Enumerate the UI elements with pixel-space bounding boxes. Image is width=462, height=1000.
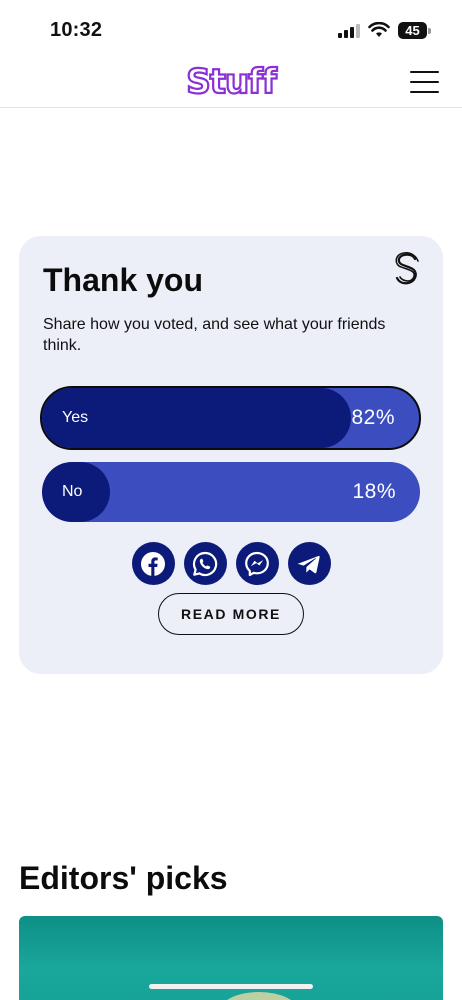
logo-text: Stuff	[185, 61, 278, 103]
poll-option-yes-percent: 82%	[351, 406, 395, 429]
whatsapp-icon	[192, 551, 218, 576]
hamburger-menu-icon[interactable]	[410, 70, 440, 94]
poll-option-no-label: No	[62, 483, 83, 500]
poll-option-yes-bar	[42, 388, 352, 448]
cellular-signal-icon	[338, 24, 362, 38]
messenger-share-button[interactable]	[235, 542, 279, 585]
poll-card: Thank you Share how you voted, and see w…	[19, 236, 443, 674]
poll-option-no-percent: 18%	[352, 480, 396, 503]
stuff-s-logo-icon	[395, 252, 419, 285]
telegram-icon	[297, 555, 320, 573]
poll-option-yes-label: Yes	[62, 409, 89, 426]
status-bar: 10:32 45	[0, 0, 462, 60]
battery-icon: 45	[398, 22, 431, 39]
app-header: Stuff	[0, 60, 462, 108]
whatsapp-share-button[interactable]	[183, 542, 227, 585]
home-indicator	[149, 984, 313, 989]
facebook-icon	[141, 551, 165, 576]
status-time: 10:32	[50, 19, 103, 41]
wifi-icon	[368, 22, 390, 37]
editors-picks-title: Editors' picks	[19, 860, 228, 896]
messenger-icon	[245, 551, 269, 576]
telegram-share-button[interactable]	[287, 542, 331, 585]
stuff-logo[interactable]: Stuff	[0, 61, 462, 103]
share-buttons	[19, 542, 443, 586]
poll-option-no[interactable]: No 18%	[42, 462, 420, 522]
poll-title: Thank you	[43, 262, 204, 298]
facebook-share-button[interactable]	[131, 542, 175, 585]
poll-option-yes[interactable]: Yes 82%	[40, 386, 421, 450]
read-more-button[interactable]: READ MORE	[158, 593, 304, 635]
poll-subtitle: Share how you voted, and see what your f…	[43, 316, 386, 354]
battery-level: 45	[398, 22, 427, 39]
